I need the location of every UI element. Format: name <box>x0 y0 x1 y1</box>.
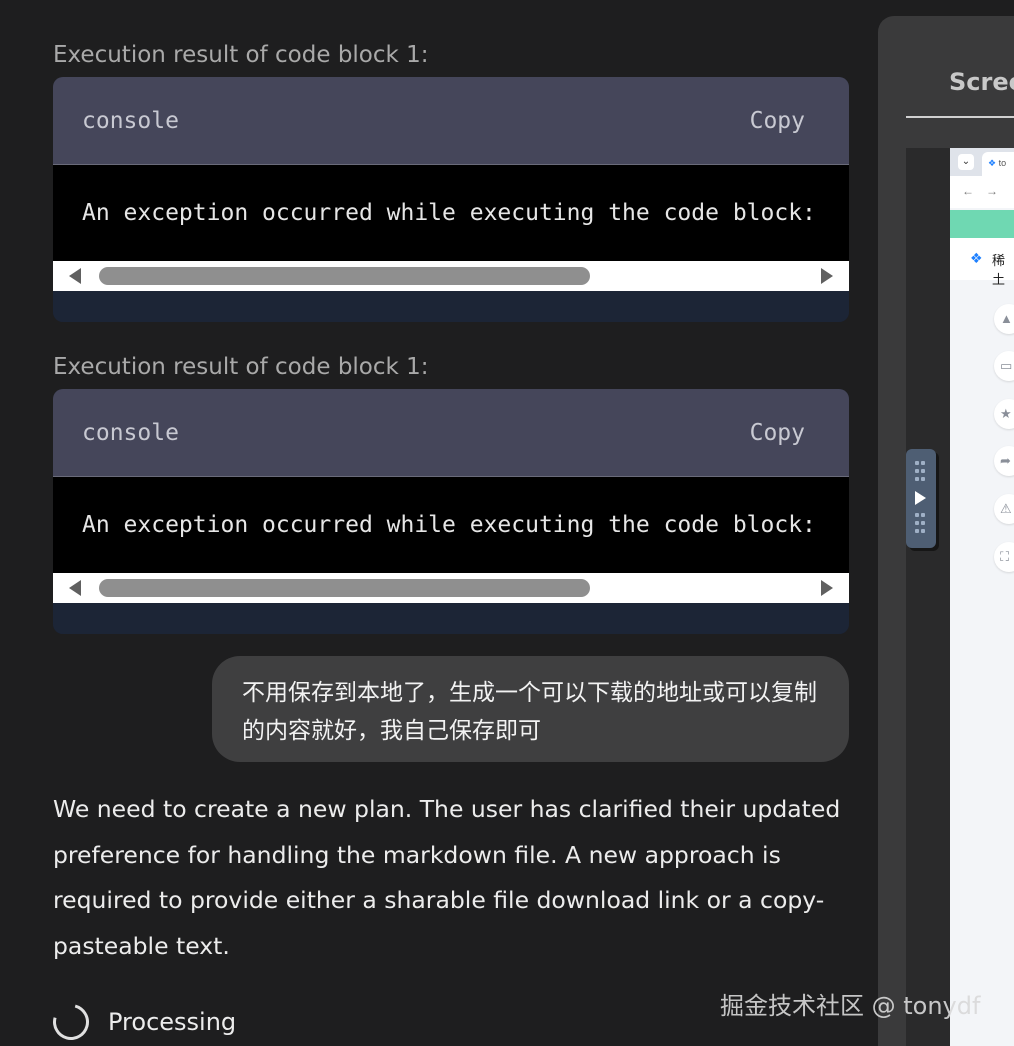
scroll-left-icon[interactable] <box>69 580 81 596</box>
loading-spinner-icon <box>46 997 96 1046</box>
code-output: An exception occurred while executing th… <box>53 477 849 573</box>
juejin-logo-icon: ❖ <box>970 250 983 266</box>
user-message-bubble: 不用保存到本地了，生成一个可以下载的地址或可以复制的内容就好，我自己保存即可 <box>212 656 849 762</box>
browser-nav-bar: ← → <box>950 176 1014 208</box>
browser-tab-bar: ⌄ ❖ to <box>950 148 1014 176</box>
site-header: ❖ 稀土 <box>950 238 1014 287</box>
drag-grip-icon <box>914 459 928 483</box>
site-favicon-icon: ❖ <box>988 158 997 168</box>
scroll-left-icon[interactable] <box>69 268 81 284</box>
browser-tab-label: to <box>998 158 1007 168</box>
code-block: console Copy An exception occurred while… <box>53 389 849 634</box>
site-banner <box>950 210 1014 238</box>
scrollbar-thumb[interactable] <box>99 267 590 285</box>
code-output: An exception occurred while executing th… <box>53 165 849 261</box>
horizontal-scrollbar[interactable] <box>53 573 849 603</box>
horizontal-scrollbar[interactable] <box>53 261 849 291</box>
execution-result-label: Execution result of code block 1: <box>53 354 429 380</box>
code-language-label: console <box>82 419 179 446</box>
panel-toggle-handle[interactable] <box>906 449 936 548</box>
active-tab-underline <box>906 116 1014 118</box>
scroll-right-icon[interactable] <box>821 580 833 596</box>
browser-screenshot: ⌄ ❖ to ← → ❖ 稀土 ▲ ▭ ★ ➦ ⚠ ⛶ <box>950 148 1014 1046</box>
code-block-header: console Copy <box>53 389 849 477</box>
site-brand-text: 稀土 <box>992 253 1006 287</box>
execution-result-label: Execution result of code block 1: <box>53 42 429 68</box>
chat-panel: Execution result of code block 1: consol… <box>0 0 878 1046</box>
scrollbar-thumb[interactable] <box>99 579 590 597</box>
forward-arrow-icon[interactable]: → <box>986 184 998 198</box>
code-output-text: An exception occurred while executing th… <box>82 200 816 226</box>
thumb-up-icon[interactable]: ▲ <box>994 304 1014 334</box>
browser-tab[interactable]: ❖ to <box>982 152 1014 176</box>
code-block-footer <box>53 291 849 322</box>
processing-status: Processing <box>46 997 237 1046</box>
code-language-label: console <box>82 107 179 134</box>
code-block-header: console Copy <box>53 77 849 165</box>
processing-label: Processing <box>108 1008 237 1036</box>
back-arrow-icon[interactable]: ← <box>962 184 974 198</box>
code-block: console Copy An exception occurred while… <box>53 77 849 322</box>
scroll-right-icon[interactable] <box>821 268 833 284</box>
drag-grip-icon <box>914 511 928 535</box>
star-icon[interactable]: ★ <box>994 399 1014 429</box>
warning-icon[interactable]: ⚠ <box>994 494 1014 524</box>
fullscreen-icon[interactable]: ⛶ <box>994 542 1014 572</box>
copy-button[interactable]: Copy <box>750 108 805 134</box>
code-output-text: An exception occurred while executing th… <box>82 512 816 538</box>
side-panel-tab-title[interactable]: Scree <box>949 68 1014 96</box>
play-icon[interactable] <box>915 491 926 505</box>
comment-icon[interactable]: ▭ <box>994 351 1014 381</box>
assistant-message: We need to create a new plan. The user h… <box>53 795 841 960</box>
chevron-down-icon[interactable]: ⌄ <box>958 154 974 170</box>
share-icon[interactable]: ➦ <box>994 446 1014 476</box>
copy-button[interactable]: Copy <box>750 420 805 446</box>
watermark: 掘金技术社区 @ tonydf <box>720 992 981 1020</box>
code-block-footer <box>53 603 849 634</box>
